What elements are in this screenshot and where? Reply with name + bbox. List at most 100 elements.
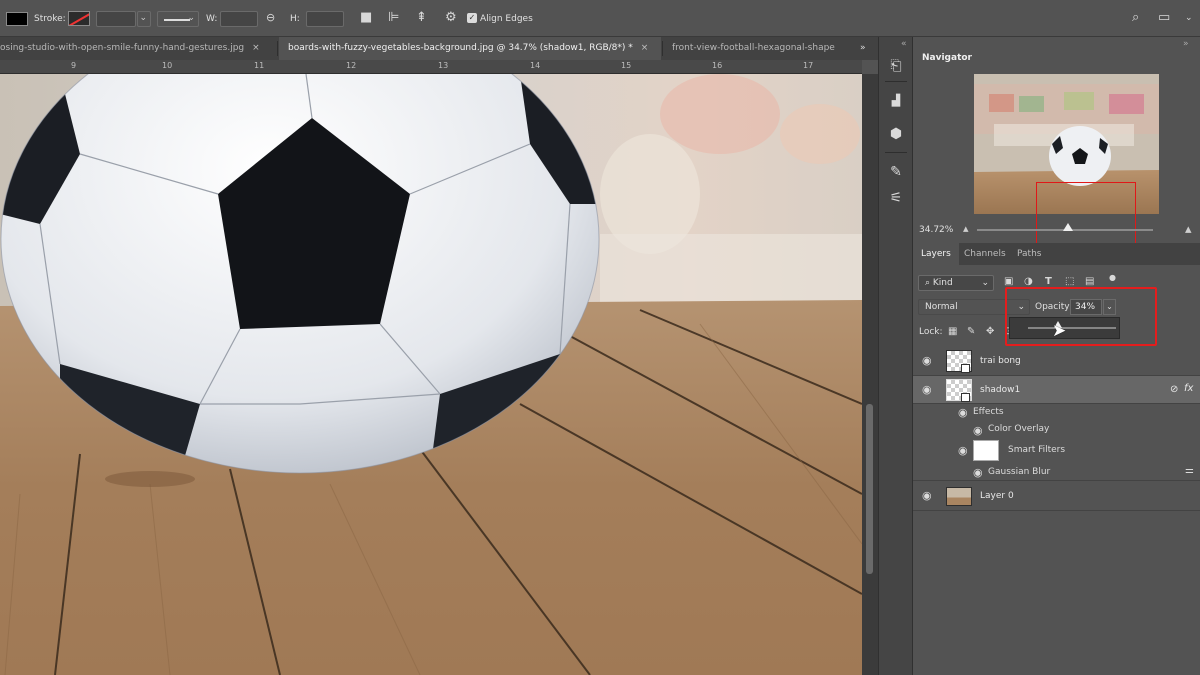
zoom-out-icon[interactable]: ▴ [963, 222, 969, 235]
tab-document-1[interactable]: osing-studio-with-open-smile-funny-hand-… [0, 37, 276, 60]
pixel-filter-icon[interactable]: ▣ [1004, 276, 1013, 287]
ruler-label: 12 [346, 61, 357, 70]
search-icon[interactable]: ⌕ [1132, 11, 1139, 25]
chevron-down-icon: ⌄ [139, 13, 147, 23]
strip-divider [885, 152, 907, 153]
blend-mode-value: Normal [925, 302, 958, 312]
stroke-swatch[interactable] [68, 11, 90, 26]
histogram-icon[interactable]: ▟ [887, 92, 905, 110]
tab-layers[interactable]: Layers [913, 243, 959, 265]
collapse-icon[interactable]: « [901, 39, 907, 49]
eye-icon[interactable]: ◉ [958, 406, 968, 419]
lock-transparent-icon[interactable]: ▦ [948, 326, 957, 337]
stroke-width-dropdown[interactable]: ⌄ [137, 11, 151, 27]
tab-document-3[interactable]: front-view-football-hexagonal-shape [664, 37, 854, 60]
chevron-down-icon: ⌄ [187, 13, 195, 23]
adjustments-icon[interactable]: ⚟ [887, 189, 905, 207]
close-icon[interactable]: × [641, 43, 649, 53]
ruler-label: 11 [254, 61, 265, 70]
width-field[interactable] [220, 11, 258, 27]
chevron-down-icon[interactable]: ⌄ [1185, 11, 1193, 25]
adjustment-filter-icon[interactable]: ◑ [1024, 276, 1033, 287]
filter-blending-options-icon[interactable]: ⚌ [1185, 465, 1194, 476]
tab-channels[interactable]: Channels [956, 243, 1014, 265]
tab-divider [662, 41, 663, 56]
smart-object-badge-icon [961, 393, 970, 402]
ruler-label: 9 [71, 61, 77, 70]
brush-icon[interactable]: ✎ [887, 163, 905, 181]
filter-toggle-icon[interactable]: ● [1109, 273, 1116, 282]
link-icon[interactable]: ⊖ [266, 11, 275, 25]
stroke-type-dropdown[interactable]: ⌄ [157, 11, 199, 27]
align-edges-checkbox[interactable]: ✓ [467, 13, 477, 23]
opacity-highlight-box [1005, 287, 1157, 346]
document-canvas[interactable] [0, 74, 862, 675]
ruler-label: 15 [621, 61, 632, 70]
smart-object-badge-icon [961, 364, 970, 373]
tab-label: boards-with-fuzzy-vegetables-background.… [288, 43, 633, 53]
filter-kind-dropdown[interactable]: ⌕ Kind ⌄ [918, 275, 994, 291]
horizontal-ruler: 9 10 11 12 13 14 15 16 17 [0, 60, 862, 74]
tab-label: osing-studio-with-open-smile-funny-hand-… [0, 43, 245, 53]
stroke-width-field[interactable] [96, 11, 136, 27]
ruler-label: 14 [530, 61, 541, 70]
zoom-slider-thumb[interactable] [1063, 223, 1073, 231]
line-style-icon [164, 19, 190, 21]
tab-label: front-view-football-hexagonal-shape [672, 43, 835, 53]
eye-icon[interactable]: ◉ [973, 466, 983, 479]
fill-swatch[interactable] [6, 12, 28, 26]
tab-document-2[interactable]: boards-with-fuzzy-vegetables-background.… [279, 37, 661, 60]
gaussian-blur-label: Gaussian Blur [988, 467, 1051, 477]
collapse-icon[interactable]: » [1183, 39, 1189, 49]
effects-row[interactable]: ◉ Effects [913, 404, 1200, 421]
gear-icon[interactable]: ⚙ [445, 11, 457, 25]
smart-filter-mask-thumbnail[interactable] [973, 440, 999, 461]
layer-name[interactable]: shadow1 [980, 385, 1020, 395]
layer-row-trai-bong[interactable]: ◉ trai bong [913, 347, 1200, 376]
layer-row-shadow1[interactable]: ◉ shadow1 ⊘ fx [913, 376, 1200, 404]
color-overlay-label: Color Overlay [988, 424, 1050, 434]
zoom-in-icon[interactable]: ▴ [1185, 222, 1192, 237]
scrollbar-thumb[interactable] [866, 404, 873, 574]
ruler-label: 16 [712, 61, 723, 70]
layer-row-layer-0[interactable]: ◉ Layer 0 [913, 481, 1200, 511]
layer-name[interactable]: Layer 0 [980, 491, 1014, 501]
tabs-overflow-button[interactable]: » [860, 37, 876, 60]
workspace-icon[interactable]: ▭ [1158, 11, 1170, 25]
smart-filter-icon[interactable]: ⊘ [1170, 384, 1178, 395]
tab-divider [277, 41, 278, 56]
gaussian-blur-row[interactable]: ◉ Gaussian Blur ⚌ [913, 463, 1200, 481]
3d-cube-icon[interactable]: ⬢ [887, 125, 905, 143]
path-alignment-icon[interactable]: ⊫ [388, 11, 399, 25]
close-icon[interactable]: × [252, 43, 260, 53]
shape-filter-icon[interactable]: ⬚ [1065, 276, 1074, 287]
height-field[interactable] [306, 11, 344, 27]
eye-icon[interactable]: ◉ [922, 354, 932, 367]
lock-position-icon[interactable]: ✥ [986, 326, 994, 337]
path-operations-icon[interactable]: ■ [360, 11, 372, 25]
ruler-label: 17 [803, 61, 814, 70]
lock-image-icon[interactable]: ✎ [967, 326, 975, 337]
effects-label: Effects [973, 407, 1004, 417]
eye-icon[interactable]: ◉ [922, 489, 932, 502]
type-filter-icon[interactable]: T [1045, 276, 1052, 287]
smart-filters-row[interactable]: ◉ Smart Filters [913, 439, 1200, 463]
stroke-label: Stroke: [34, 14, 66, 24]
color-overlay-row[interactable]: ◉ Color Overlay [913, 421, 1200, 439]
tab-paths[interactable]: Paths [1009, 243, 1049, 265]
smart-object-filter-icon[interactable]: ▤ [1085, 276, 1094, 287]
document-tabs: osing-studio-with-open-smile-funny-hand-… [0, 37, 878, 60]
eye-icon[interactable]: ◉ [958, 444, 968, 457]
path-arrangement-icon[interactable]: ⇞ [416, 11, 427, 25]
history-icon[interactable]: ⎗ [887, 57, 905, 75]
layer-name[interactable]: trai bong [980, 356, 1021, 366]
vertical-scrollbar[interactable] [862, 74, 878, 675]
navigator-view-rectangle[interactable] [1036, 182, 1136, 247]
eye-icon[interactable]: ◉ [973, 424, 983, 437]
right-panels: » Navigator 34.72% ▴ ▴ Layers Channels P… [913, 37, 1200, 675]
fx-icon[interactable]: fx [1184, 383, 1193, 394]
h-label: H: [290, 14, 300, 24]
eye-icon[interactable]: ◉ [922, 383, 932, 396]
search-icon: ⌕ [925, 278, 933, 288]
zoom-value[interactable]: 34.72% [919, 225, 953, 235]
